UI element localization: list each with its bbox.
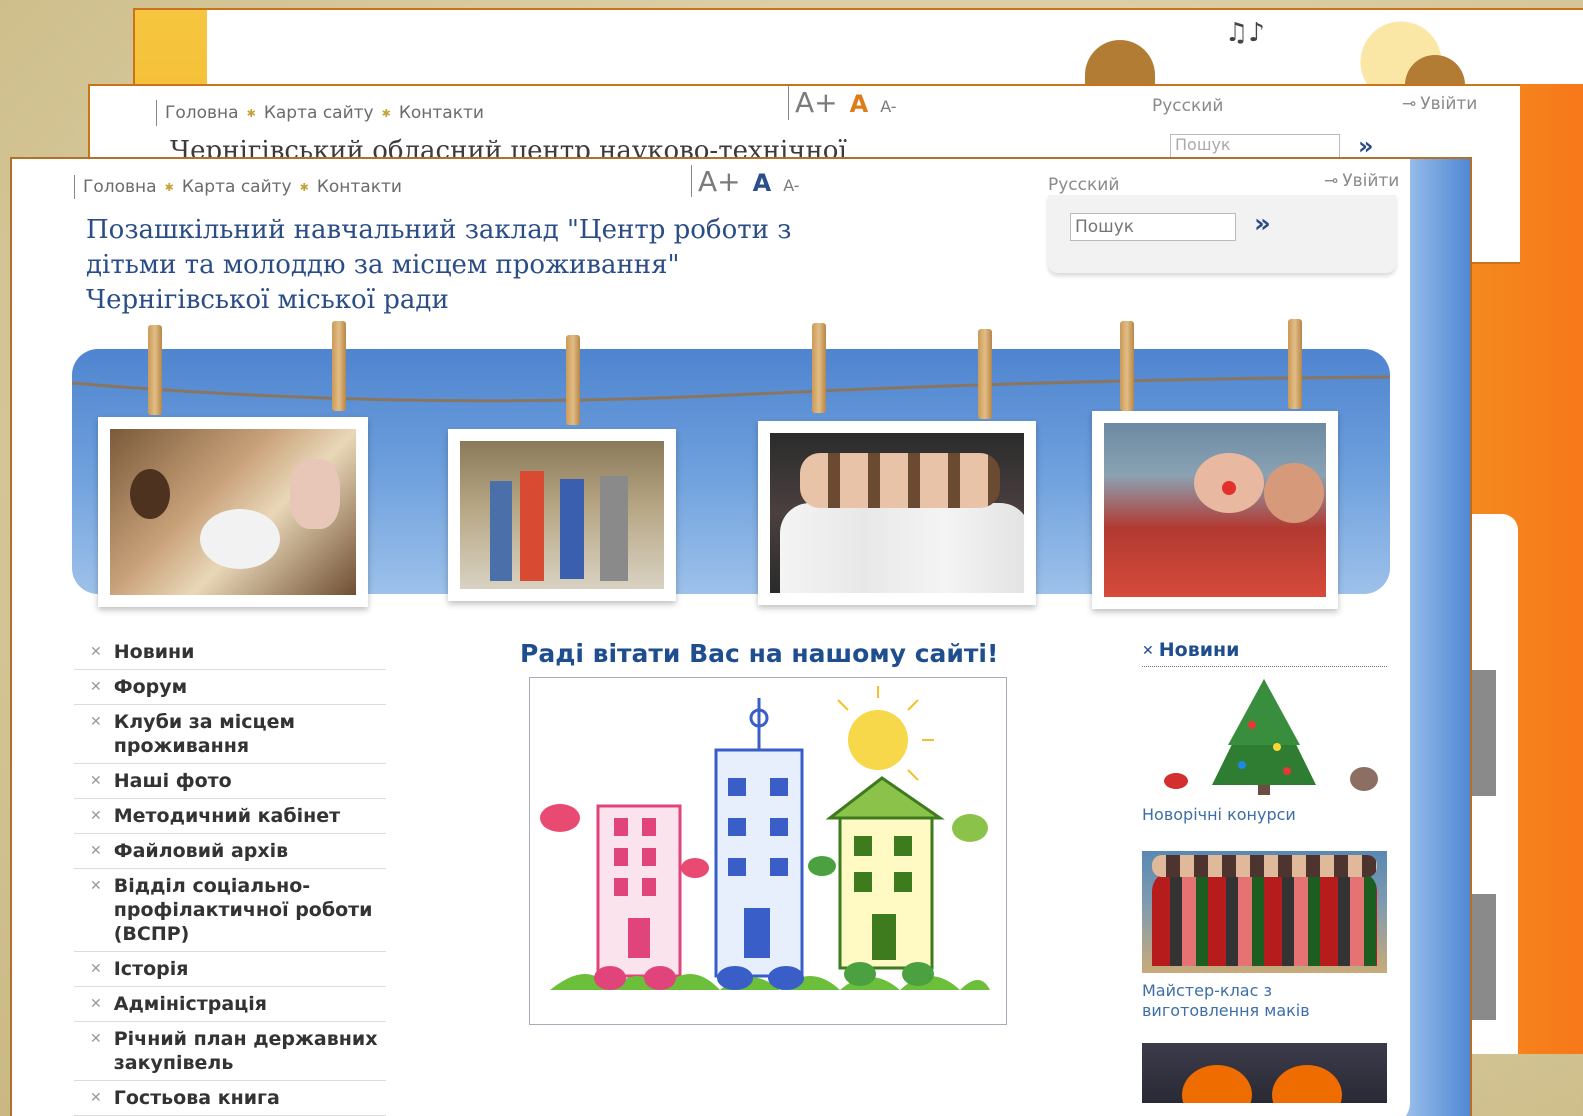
news-image-pumpkins[interactable] — [1142, 1043, 1387, 1103]
bullet-icon: ✕ — [90, 1031, 102, 1047]
menu-item-forum[interactable]: ✕ Форум — [74, 670, 386, 705]
bullet-icon: ✕ — [90, 679, 102, 695]
menu-item-files[interactable]: ✕ Файловий архів — [74, 834, 386, 869]
banner-photo-3 — [758, 421, 1036, 605]
search-panel: » — [1048, 195, 1396, 273]
nav-contacts-link[interactable]: Контакти — [317, 177, 402, 197]
nav-home-link[interactable]: Головна — [83, 177, 157, 197]
site-title: Позашкільний навчальний заклад "Центр ро… — [86, 215, 792, 315]
back-font-size-controls: A+ A A- — [788, 86, 897, 120]
news-caption-2[interactable]: Майстер-клас з виготовлення маків — [1142, 981, 1387, 1021]
bullet-icon: ✕ — [90, 808, 102, 824]
menu-item-history[interactable]: ✕ Історія — [74, 952, 386, 987]
news-sidebar: ✕ Новини Новорічні конурси Майстер-клас … — [1142, 639, 1387, 1103]
news-image-master-class[interactable] — [1142, 851, 1387, 973]
bullet-icon: ✕ — [90, 878, 102, 894]
bullet-icon: ✕ — [90, 714, 102, 730]
houses-holding-hands-illustration — [540, 686, 990, 990]
photo-group-outdoors — [460, 441, 664, 589]
photo-clowns — [1104, 423, 1326, 597]
menu-item-vspr[interactable]: ✕ Відділ соціально-профілактичної роботи … — [74, 869, 386, 952]
banner-photo-4 — [1092, 411, 1338, 609]
back-nav-contacts: Контакти — [398, 103, 484, 123]
background-thumbnail — [1470, 894, 1496, 1020]
nav-separator-icon: ✱ — [164, 180, 174, 194]
back-font-smaller: A- — [880, 97, 897, 116]
bullet-icon: ✕ — [90, 1090, 102, 1106]
bullet-icon: ✕ — [1142, 643, 1154, 659]
banner-photo-2 — [448, 429, 676, 601]
news-image-christmas-tree[interactable] — [1142, 675, 1387, 797]
top-nav: Головна ✱ Карта сайту ✱ Контакти — [74, 175, 402, 199]
search-go-button[interactable]: » — [1254, 209, 1271, 239]
christmas-tree-icon — [1164, 679, 1378, 795]
page-content: Головна ✱ Карта сайту ✱ Контакти A+ A A-… — [12, 159, 1410, 1116]
login-label: Увійти — [1342, 171, 1400, 191]
nav-sitemap-link[interactable]: Карта сайту — [182, 177, 292, 197]
font-smaller-button[interactable]: A- — [783, 176, 799, 195]
font-size-controls: A+ A A- — [691, 165, 800, 198]
clothespin-icon — [1120, 321, 1134, 411]
bullet-icon: ✕ — [90, 644, 102, 660]
font-larger-button[interactable]: A+ — [698, 165, 741, 198]
nav-separator-icon: ✱ — [299, 180, 309, 194]
photo-children-drawing — [110, 429, 356, 595]
language-link[interactable]: Русский — [1048, 175, 1119, 195]
music-notes-icon: ♫♪ — [1225, 18, 1265, 48]
clothespin-icon — [1288, 319, 1302, 409]
back-nav-sitemap: Карта сайту — [263, 103, 374, 123]
welcome-illustration — [529, 677, 1007, 1025]
back-search-go-icon: » — [1358, 132, 1374, 160]
clothespin-icon — [148, 325, 162, 415]
back-nav-home: Головна — [165, 103, 239, 123]
menu-item-news[interactable]: ✕ Новини — [74, 635, 386, 670]
clothespin-icon — [978, 329, 992, 419]
back-login-label: Увійти — [1420, 94, 1478, 114]
back-search-input: Пошук — [1170, 134, 1340, 158]
back-font-normal: A — [849, 90, 869, 118]
clothespin-icon — [332, 321, 346, 411]
bullet-icon: ✕ — [90, 996, 102, 1012]
menu-item-guestbook[interactable]: ✕ Гостьова книга — [74, 1081, 386, 1116]
search-input[interactable] — [1070, 213, 1236, 241]
clothespin-icon — [566, 335, 580, 425]
back-top-nav: Головна ✱ Карта сайту ✱ Контакти — [156, 100, 484, 126]
font-normal-button[interactable]: A — [753, 169, 772, 197]
key-icon: ⊸ — [1324, 171, 1339, 191]
menu-item-procurement[interactable]: ✕ Річний план державних закупівель — [74, 1022, 386, 1081]
back-site-title: Чернігівський обласний центр науково-тех… — [170, 136, 847, 158]
menu-item-clubs[interactable]: ✕ Клуби за місцем проживання — [74, 705, 386, 764]
main-menu: ✕ Новини ✕ Форум ✕ Клуби за місцем проживан… — [74, 635, 386, 1116]
news-heading[interactable]: ✕ Новини — [1142, 639, 1387, 667]
key-icon: ⊸ — [1402, 94, 1417, 114]
menu-item-administration[interactable]: ✕ Адміністрація — [74, 987, 386, 1022]
clothespin-icon — [812, 323, 826, 413]
bullet-icon: ✕ — [90, 843, 102, 859]
banner-photo-1 — [98, 417, 368, 607]
menu-item-photos[interactable]: ✕ Наші фото — [74, 764, 386, 799]
photo-girls-group — [770, 433, 1024, 593]
rope-decoration — [72, 375, 1390, 403]
login-link[interactable]: ⊸ Увійти — [1324, 171, 1399, 191]
front-browser-window: Головна ✱ Карта сайту ✱ Контакти A+ A A-… — [10, 157, 1472, 1116]
background-thumbnail — [1470, 670, 1496, 796]
bullet-icon: ✕ — [90, 773, 102, 789]
back-login-link: ⊸ Увійти — [1402, 94, 1506, 114]
news-caption-1[interactable]: Новорічні конурси — [1142, 805, 1387, 825]
back-font-larger: A+ — [795, 86, 838, 119]
welcome-heading: Раді вітати Вас на нашому сайті! — [520, 639, 999, 668]
bullet-icon: ✕ — [90, 961, 102, 977]
back-language-link: Русский — [1152, 96, 1224, 116]
menu-item-methodical[interactable]: ✕ Методичний кабінет — [74, 799, 386, 834]
